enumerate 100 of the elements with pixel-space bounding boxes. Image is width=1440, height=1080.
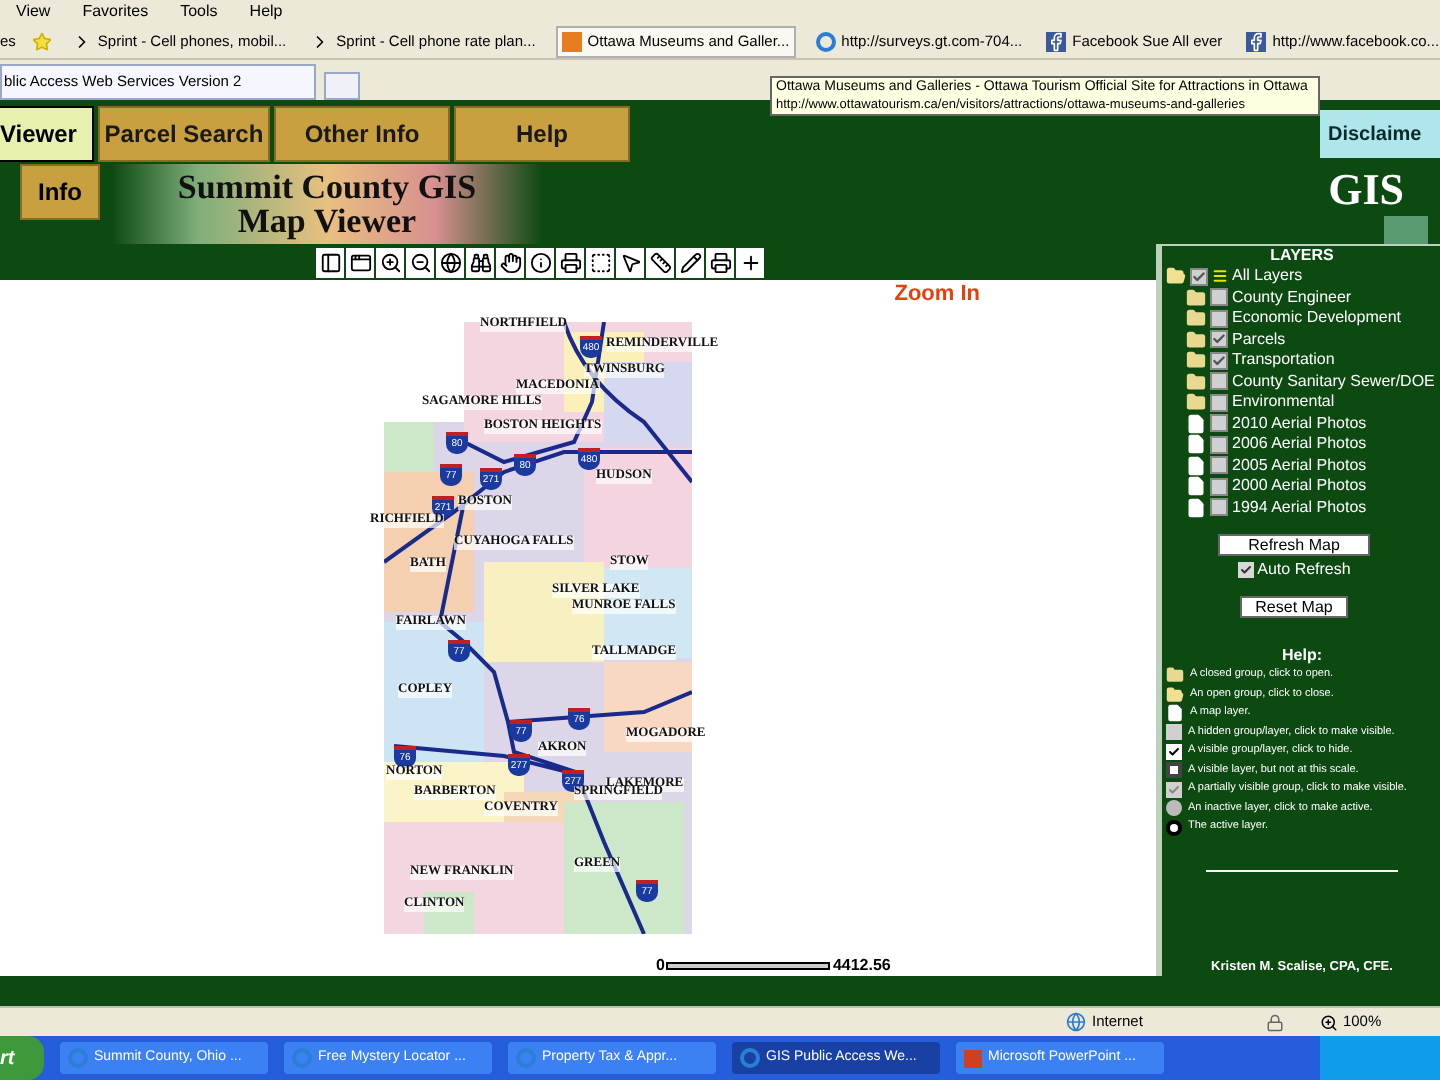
refresh-map-button[interactable]: Refresh Map [1218,534,1370,556]
layer-name[interactable]: 2000 Aerial Photos [1232,478,1367,495]
zoom-out-icon [409,251,431,273]
document-icon [1186,413,1206,434]
layer-name[interactable]: All Layers [1232,268,1303,285]
window-button[interactable] [346,247,374,277]
layer-checkbox[interactable] [1210,309,1228,328]
document-icon [1186,476,1206,497]
globe-icon [1066,1012,1086,1032]
zoom-in-button[interactable] [376,247,404,277]
layer-name[interactable]: 1994 Aerial Photos [1232,499,1367,516]
layer-checkbox[interactable] [1210,330,1228,349]
menu-item[interactable]: Tools [180,4,218,20]
pointer-button[interactable] [616,247,644,277]
start-button[interactable]: rt [0,1036,44,1080]
panel-icon [319,251,341,273]
layer-name[interactable]: 2005 Aerial Photos [1232,457,1367,474]
zoom-out-button[interactable] [406,247,434,277]
layer-name[interactable]: County Engineer [1232,289,1352,306]
facebook-icon [1046,31,1067,51]
checked-box-icon [1166,743,1182,760]
info-button[interactable] [526,247,554,277]
browser-icon [292,1048,312,1068]
facebook-icon [1246,31,1267,51]
partial-checkbox-icon [1166,781,1182,798]
select-button[interactable] [586,247,614,277]
document-icon [1166,704,1184,723]
layer-name[interactable]: Parcels [1232,331,1286,348]
tool-mode-label: Zoom In [894,284,980,306]
pan-button[interactable] [496,247,524,277]
gis-logo: GIS [1328,164,1404,216]
nav-tab[interactable]: Help [454,106,630,162]
browser-icon [68,1048,88,1068]
browser-icon [815,31,836,51]
layer-checkbox[interactable] [1210,351,1228,370]
auto-refresh-label: Auto Refresh [1257,562,1351,578]
reset-map-button[interactable]: Reset Map [1240,596,1348,618]
open-folder-icon[interactable] [1166,266,1186,287]
panel-button[interactable] [316,247,344,277]
layer-checkbox[interactable] [1210,456,1228,475]
info-icon [529,251,551,273]
measure-button[interactable] [646,247,674,277]
nav-tab[interactable]: Viewer [0,106,94,162]
plus-button[interactable] [736,247,764,277]
folder-icon[interactable] [1186,392,1206,413]
folder-icon[interactable] [1186,350,1206,371]
layer-name[interactable]: County Sanitary Sewer/DOE [1232,373,1435,390]
dashed-square-icon [589,251,611,273]
open-folder-icon [1166,685,1184,704]
folder-icon[interactable] [1186,329,1206,350]
plus-icon [739,251,761,273]
layer-name[interactable]: Environmental [1232,394,1335,411]
layer-checkbox[interactable] [1210,393,1228,412]
printer-button[interactable] [556,247,584,277]
layer-name[interactable]: Economic Development [1232,310,1401,327]
zoom-icon [1320,1013,1339,1031]
printer-icon [559,251,581,273]
layer-checkbox[interactable] [1210,372,1228,391]
pencil-icon [679,251,701,273]
nav-tab[interactable]: Parcel Search [98,106,270,162]
layer-checkbox[interactable] [1210,414,1228,433]
layer-checkbox[interactable] [1210,477,1228,496]
pencil-button[interactable] [676,247,704,277]
layer-checkbox[interactable] [1210,498,1228,517]
folder-icon[interactable] [1186,371,1206,392]
layer-checkbox[interactable] [1210,288,1228,307]
layer-name[interactable]: 2010 Aerial Photos [1232,415,1367,432]
layer-checkbox[interactable] [1190,267,1208,286]
zoom-in-icon [379,251,401,273]
printer-icon [709,251,731,273]
hand-icon [499,251,521,273]
document-icon [1186,497,1206,518]
browser-icon [740,1048,760,1068]
menu-item[interactable]: Favorites [82,4,149,20]
layer-checkbox[interactable] [1210,435,1228,454]
help-title: Help: [1280,646,1324,666]
auto-refresh-checkbox[interactable] [1237,562,1254,578]
banner-subtitle: Map Viewer [237,204,417,238]
layers-title: LAYERS [1268,246,1336,266]
binoculars-button[interactable] [466,247,494,277]
scale-start: 0 [656,958,665,974]
menu-item[interactable]: View [16,4,51,20]
folder-icon [1166,666,1184,685]
menu-item[interactable]: Help [249,4,283,20]
browser-icon [516,1048,536,1068]
globe-button[interactable] [436,247,464,277]
layer-name[interactable]: Transportation [1232,352,1335,369]
layer-name[interactable]: 2006 Aerial Photos [1232,436,1367,453]
info-tab[interactable]: Info [20,164,100,220]
nav-tab[interactable]: Other Info [274,106,450,162]
banner-title: Summit County GIS [177,170,477,204]
star-icon[interactable] [31,31,52,51]
print-button[interactable] [706,247,734,277]
disclaimer-tab[interactable]: Disclaime [1320,110,1440,158]
folder-icon[interactable] [1186,308,1206,329]
document-icon [1186,434,1206,455]
pointer-icon [619,251,641,273]
ruler-icon [649,251,671,273]
window-icon [349,251,371,273]
folder-icon[interactable] [1186,287,1206,308]
